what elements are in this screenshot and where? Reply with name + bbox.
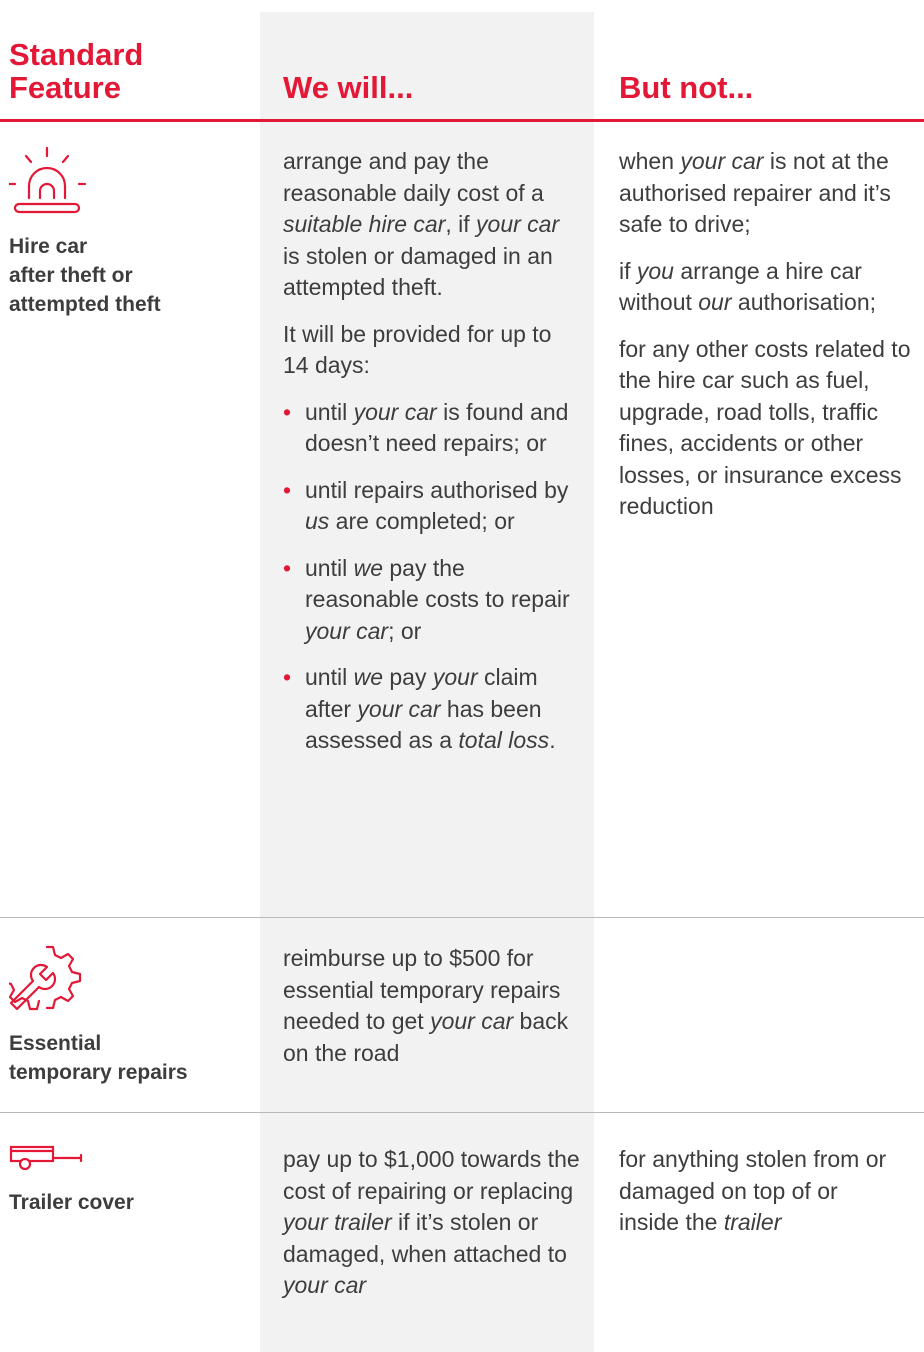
siren-alarm-icon	[9, 146, 87, 214]
trailer-icon	[9, 1145, 83, 1171]
list-item: until your car is found and doesn’t need…	[283, 397, 573, 460]
exclusion-item: for any other costs related to the hire …	[619, 335, 911, 520]
exclusion-item: if you arrange a hire car without our au…	[619, 257, 876, 316]
hire-car-we-will-text: arrange and pay the reasonable daily cos…	[283, 148, 560, 300]
trailer-but-not: for anything stolen from or damaged on t…	[619, 1144, 889, 1254]
header-but-not: But not...	[619, 70, 754, 105]
exclusion-item: when your car is not at the authorised r…	[619, 148, 891, 237]
feature-label: Trailer cover	[9, 1191, 134, 1214]
header-standard-feature: Standard Feature	[9, 37, 144, 105]
hire-car-duration: It will be provided for up to 14 days:	[283, 320, 552, 379]
feature-label: Hire car after theft or attempted theft	[9, 235, 161, 316]
coverage-text: reimburse up to $500 for essential tempo…	[283, 945, 569, 1066]
hire-car-we-will: arrange and pay the reasonable daily cos…	[283, 146, 573, 772]
row-divider	[0, 1112, 924, 1113]
row-divider	[0, 917, 924, 918]
list-item: until repairs authorised by us are compl…	[283, 475, 573, 538]
header-we-will: We will...	[283, 70, 414, 105]
header-divider	[0, 119, 924, 122]
feature-trailer-cover: Trailer cover	[9, 1144, 134, 1217]
temporary-repairs-we-will: reimburse up to $500 for essential tempo…	[283, 943, 583, 1084]
feature-hire-car: Hire car after theft or attempted theft	[9, 146, 161, 319]
hire-car-but-not: when your car is not at the authorised r…	[619, 146, 919, 538]
gear-wrench-icon	[9, 945, 82, 1011]
coverage-text: pay up to $1,000 towards the cost of rep…	[283, 1146, 580, 1298]
feature-temporary-repairs: Essential temporary repairs	[9, 943, 188, 1087]
list-item: until we pay the reasonable costs to rep…	[283, 553, 573, 648]
exclusion-item: for anything stolen from or damaged on t…	[619, 1146, 887, 1235]
list-item: until we pay your claim after your car h…	[283, 662, 573, 757]
feature-label: Essential temporary repairs	[9, 1032, 188, 1084]
hire-car-conditions-list: until your car is found and doesn’t need…	[283, 397, 573, 757]
trailer-we-will: pay up to $1,000 towards the cost of rep…	[283, 1144, 583, 1317]
